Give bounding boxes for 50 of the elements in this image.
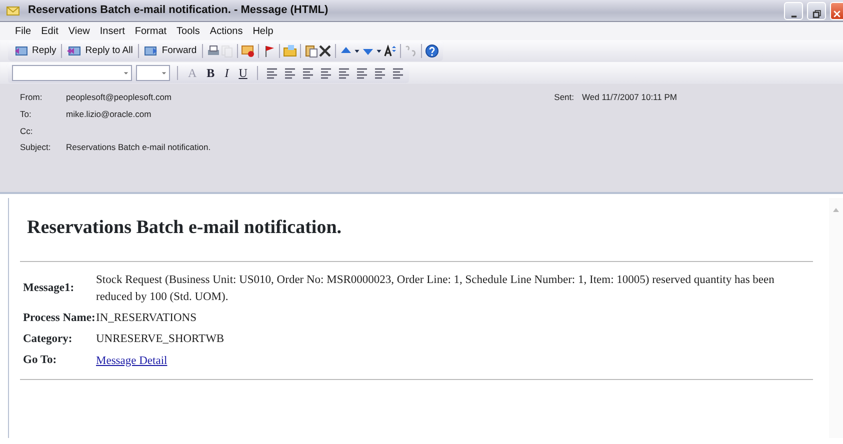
menu-item[interactable]: Edit bbox=[36, 24, 64, 38]
align-left-icon[interactable] bbox=[265, 66, 280, 80]
row-value: IN_RESERVATIONS bbox=[96, 312, 196, 324]
forward-button[interactable]: Forward bbox=[142, 42, 199, 60]
row-value: UNRESERVE_SHORTWB bbox=[96, 333, 224, 346]
forward-icon bbox=[144, 44, 158, 58]
row-label: Process Name: bbox=[22, 310, 96, 326]
field-value: Reservations Batch e-mail notification. bbox=[66, 141, 211, 154]
reply-all-icon bbox=[67, 44, 82, 58]
row-label: Category: bbox=[20, 329, 96, 350]
minimize-button[interactable] bbox=[784, 2, 803, 20]
message-heading: Reservations Batch e-mail notification. bbox=[27, 216, 343, 240]
field-label: Subject: bbox=[20, 141, 52, 154]
font-size-icon[interactable] bbox=[382, 44, 397, 58]
menu-item[interactable]: Help bbox=[248, 24, 278, 38]
menu-item[interactable]: File bbox=[10, 24, 36, 38]
underline-button[interactable]: U bbox=[236, 64, 250, 82]
field-label: Sent: bbox=[554, 91, 574, 104]
message-detail-link[interactable]: Message Detail bbox=[96, 354, 168, 366]
folder-icon[interactable] bbox=[282, 44, 297, 58]
menu-item[interactable]: Tools bbox=[172, 24, 205, 38]
bold-button[interactable]: B bbox=[204, 64, 218, 82]
row-value: Stock Request (Business Unit: US010, Order No: MSR0000023, Order Line: 1, Schedule Line Number: 1, Item: 10005) reserved quantity has been reduced by 100 (Std. UOM). bbox=[96, 274, 774, 303]
restore-button[interactable] bbox=[807, 2, 826, 20]
scrollbar[interactable] bbox=[829, 198, 843, 438]
menu-item[interactable]: Format bbox=[130, 24, 172, 38]
menu-item[interactable]: Actions bbox=[204, 24, 248, 38]
reply-button[interactable]: Reply bbox=[12, 42, 58, 60]
menu-item[interactable]: View bbox=[63, 24, 95, 38]
restore-icon[interactable] bbox=[810, 8, 822, 20]
field-label: Cc: bbox=[20, 124, 34, 138]
delete-icon[interactable] bbox=[318, 44, 332, 58]
field-label: From: bbox=[20, 91, 44, 104]
row-label: Message1: bbox=[20, 270, 96, 308]
reply-all-button[interactable]: Reply to All bbox=[65, 42, 135, 60]
menu-item[interactable]: Insert bbox=[94, 24, 130, 38]
field-value: Wed 11/7/2007 10:11 PM bbox=[582, 91, 677, 104]
close-icon[interactable] bbox=[832, 8, 842, 20]
help-icon[interactable] bbox=[424, 44, 439, 58]
field-value: mike.lizio@oracle.com bbox=[66, 108, 152, 120]
printer-icon[interactable] bbox=[206, 44, 220, 58]
field-label: To: bbox=[20, 108, 32, 120]
window-title: Reservations Batch e-mail notification. - Message (HTML) bbox=[28, 3, 328, 18]
italic-button[interactable]: I bbox=[222, 64, 232, 82]
reply-icon bbox=[14, 44, 28, 58]
close-button[interactable] bbox=[830, 2, 843, 20]
field-value: peoplesoft@peoplesoft.com bbox=[66, 91, 172, 104]
envelope-icon[interactable] bbox=[240, 44, 255, 58]
clipboard-icon[interactable] bbox=[304, 44, 318, 58]
row-label: Go To: bbox=[20, 350, 96, 372]
